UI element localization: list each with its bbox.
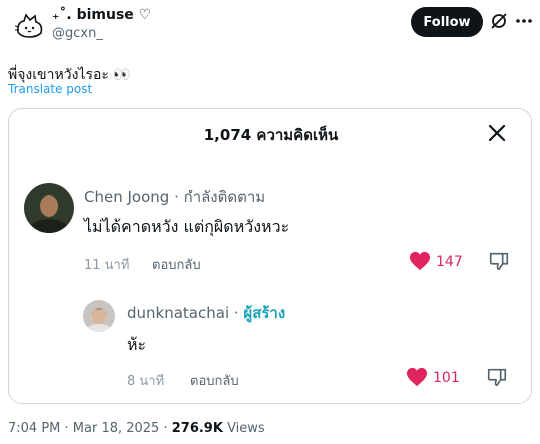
- creator-avatar[interactable]: [83, 300, 115, 332]
- creator-tag: ผู้สร้าง: [243, 304, 286, 322]
- close-icon[interactable]: [485, 121, 509, 145]
- comment-text: ไม่ได้คาดหวัง แต่กุผิดหวังหวะ: [84, 217, 290, 236]
- commenter-avatar[interactable]: [24, 183, 74, 233]
- cat-doodle-icon: [14, 13, 43, 38]
- reply-button[interactable]: ตอบกลับ: [190, 370, 239, 391]
- comments-card: 1,074 ความคิดเห็น Chen Joong · กำลังติดต…: [8, 108, 532, 404]
- dislike-icon[interactable]: [488, 250, 510, 272]
- separator-dot: ·: [229, 304, 244, 322]
- comment-time: 11 นาที: [84, 258, 130, 273]
- comment-header: Chen Joong · กำลังติดตาม: [84, 185, 265, 209]
- following-tag: กำลังติดตาม: [183, 188, 266, 206]
- heart-icon[interactable]: [409, 251, 431, 271]
- author-display-name[interactable]: ₊˚. bimuse ♡: [52, 7, 151, 23]
- reply-button[interactable]: ตอบกลับ: [152, 254, 201, 275]
- profile-photo-icon: [24, 183, 74, 233]
- separator-dot: ·: [169, 188, 184, 206]
- author-handle[interactable]: @gcxn_: [52, 26, 103, 41]
- views-label: Views: [222, 421, 265, 436]
- heart-icon[interactable]: [406, 367, 428, 387]
- reply-text: ห้ะ: [127, 335, 147, 354]
- reply-header: dunknatachai · ผู้สร้าง: [127, 301, 285, 325]
- more-options-icon[interactable]: [514, 11, 534, 31]
- post-header: ₊˚. bimuse ♡ @gcxn_ Follow: [0, 0, 540, 50]
- translate-post-link[interactable]: Translate post: [8, 82, 92, 96]
- post-timestamp[interactable]: 7:04 PM · Mar 18, 2025 ·: [8, 421, 172, 436]
- grok-icon[interactable]: [489, 11, 509, 31]
- follow-button[interactable]: Follow: [411, 7, 483, 37]
- comments-count-title: 1,074 ความคิดเห็น: [203, 126, 339, 144]
- like-count: 101: [433, 370, 460, 386]
- commenter-name[interactable]: Chen Joong: [84, 188, 169, 206]
- reply-time: 8 นาที: [127, 374, 165, 389]
- profile-photo-icon: [83, 300, 115, 332]
- like-count: 147: [436, 254, 463, 270]
- dislike-icon[interactable]: [486, 366, 508, 388]
- creator-name[interactable]: dunknatachai: [127, 304, 229, 322]
- author-avatar[interactable]: [10, 6, 50, 46]
- post-metadata: 7:04 PM · Mar 18, 2025 · 276.9K Views: [8, 421, 265, 436]
- views-count: 276.9K: [171, 421, 223, 436]
